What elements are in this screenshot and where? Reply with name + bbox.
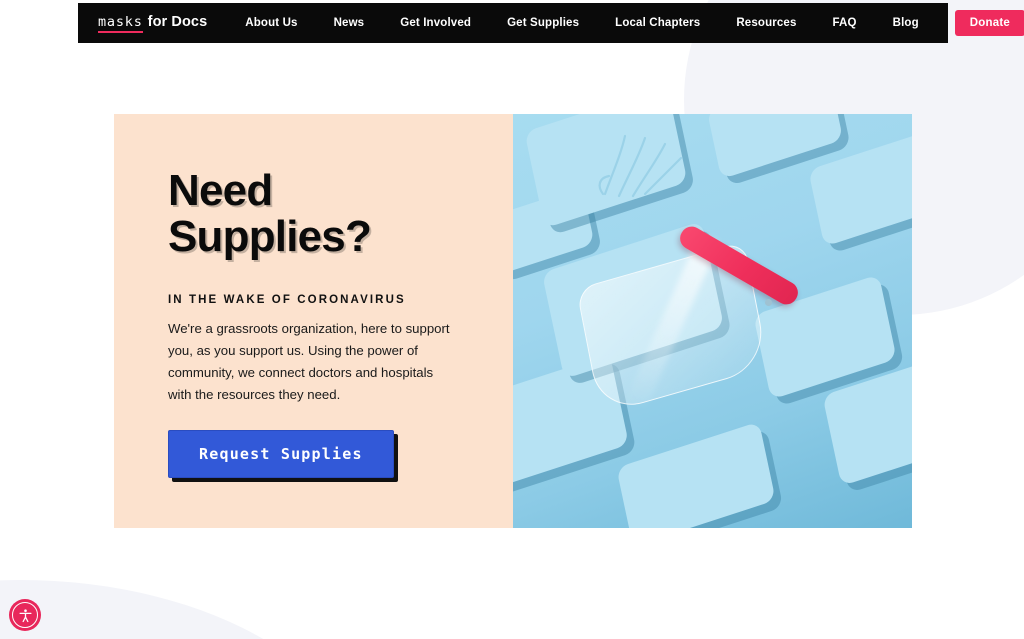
main-navigation: masks for Docs About Us News Get Involve… xyxy=(78,3,1024,43)
request-supplies-button[interactable]: Request Supplies xyxy=(168,430,394,478)
nav-item-resources[interactable]: Resources xyxy=(736,11,796,35)
accessibility-person-icon xyxy=(18,608,32,622)
hero-body-text: We're a grassroots organization, here to… xyxy=(168,321,450,403)
nav-item-blog[interactable]: Blog xyxy=(893,11,919,35)
glove-relief-icon xyxy=(598,134,683,198)
hero-title-line-2: Supplies? xyxy=(168,212,372,262)
page-title: Need Supplies? xyxy=(168,166,469,262)
accessibility-ring xyxy=(12,602,38,628)
headband-tip xyxy=(765,299,772,306)
nav-links: About Us News Get Involved Get Supplies … xyxy=(245,11,955,35)
hero-eyebrow: IN THE WAKE OF CORONAVIRUS xyxy=(168,294,406,307)
nav-item-local-chapters[interactable]: Local Chapters xyxy=(615,11,700,35)
nav-item-about-us[interactable]: About Us xyxy=(245,11,297,35)
decorative-blob-bottom-left xyxy=(0,580,370,639)
decorative-slab xyxy=(616,421,776,528)
donate-button[interactable]: Donate xyxy=(954,10,1024,36)
nav-item-get-involved[interactable]: Get Involved xyxy=(400,11,471,35)
site-logo[interactable]: masks for Docs xyxy=(98,14,207,33)
logo-rest-text: for Docs xyxy=(147,13,208,30)
hero-text-panel: Need Supplies? IN THE WAKE OF CORONAVIRU… xyxy=(114,114,513,528)
accessibility-widget-button[interactable] xyxy=(9,599,41,631)
logo-mono-text: masks xyxy=(98,14,143,33)
nav-item-faq[interactable]: FAQ xyxy=(833,11,857,35)
nav-item-news[interactable]: News xyxy=(334,11,365,35)
hero-image xyxy=(513,114,912,528)
hero-title-line-1: Need xyxy=(168,166,273,215)
hero-cta-wrapper: Request Supplies xyxy=(168,430,469,478)
nav-item-get-supplies[interactable]: Get Supplies xyxy=(507,11,579,35)
hero-section: Need Supplies? IN THE WAKE OF CORONAVIRU… xyxy=(114,114,912,528)
